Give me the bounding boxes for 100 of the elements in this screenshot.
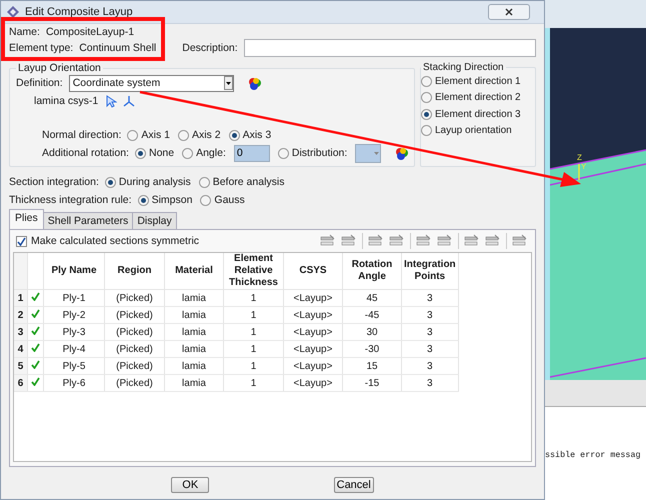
radio-label: Simpson <box>152 194 192 206</box>
radio-label: Element direction 3 <box>435 108 521 120</box>
table-cell: -15 <box>342 374 402 392</box>
column-header: Rotation Angle <box>342 253 402 290</box>
table-cell: Ply-1 <box>44 290 104 306</box>
tab[interactable]: Display <box>132 212 177 229</box>
radio-button[interactable] <box>278 148 289 158</box>
table-cell: (Picked) <box>104 324 164 340</box>
table-cell: 3 <box>402 340 458 358</box>
table-cell: <Layup> <box>284 290 342 306</box>
radio-label: Axis 2 <box>192 129 221 141</box>
app-icon <box>7 6 19 18</box>
table-cell: 3 <box>402 374 458 392</box>
row-number: 5 <box>14 358 28 374</box>
table-cell: 1 <box>224 374 284 392</box>
row-number: 3 <box>14 324 28 340</box>
row-number: 4 <box>14 340 28 358</box>
radio-label: Layup orientation <box>435 125 512 136</box>
table-tool-icon <box>368 234 384 248</box>
table-tool-icon <box>389 234 405 248</box>
table-cell: 3 <box>402 306 458 324</box>
radio-button[interactable] <box>104 176 116 188</box>
axis-triad-icon <box>123 95 136 107</box>
table-cell: 3 <box>402 324 458 340</box>
radio-label: During analysis <box>118 176 191 188</box>
color-code-icon <box>395 146 408 160</box>
radio-button[interactable] <box>134 148 146 158</box>
radio-button[interactable] <box>421 76 432 87</box>
table-tool-icon <box>416 234 432 248</box>
radio-label: Axis 1 <box>141 129 170 141</box>
table-tool-icon <box>464 234 480 248</box>
tab[interactable]: Plies <box>9 209 44 229</box>
close-button[interactable] <box>488 4 530 20</box>
radio-label: Axis 3 <box>242 129 272 141</box>
table-cell: (Picked) <box>104 374 164 392</box>
row-number: 6 <box>14 374 28 392</box>
radio-button[interactable] <box>228 130 240 140</box>
dialog-button[interactable]: Cancel <box>334 477 374 493</box>
field-label: Description: <box>182 42 238 54</box>
radio-label: Gauss <box>214 194 245 206</box>
radio-button[interactable] <box>178 130 189 140</box>
table-cell: <Layup> <box>284 374 342 392</box>
csys-name: lamina csys-1 <box>34 95 98 107</box>
radio-label: Angle: <box>196 147 226 159</box>
field-label: Element type: <box>9 42 74 54</box>
name-value: CompositeLayup-1 <box>46 26 134 38</box>
description-field[interactable] <box>244 39 536 57</box>
table-cell: lamia <box>164 340 224 358</box>
field-label: Name: <box>9 26 40 38</box>
checkbox[interactable] <box>16 236 27 246</box>
table-cell: Ply-3 <box>44 324 104 340</box>
table-cell: lamia <box>164 290 224 306</box>
table-cell: 3 <box>402 290 458 306</box>
radio-label: None <box>148 147 174 159</box>
field-label: Section integration: <box>9 176 99 188</box>
angle-field[interactable]: 0 <box>234 144 270 162</box>
radio-button[interactable] <box>200 194 212 206</box>
radio-label: Distribution: <box>292 147 348 159</box>
table-cell: lamia <box>164 324 224 340</box>
table-tool-icon <box>485 234 501 248</box>
radio-button[interactable] <box>421 92 432 104</box>
checkmark-icon <box>17 236 26 246</box>
table-cell: 1 <box>224 290 284 306</box>
radio-button[interactable] <box>198 176 210 188</box>
radio-button[interactable] <box>421 125 432 136</box>
tab[interactable]: Shell Parameters <box>42 212 134 229</box>
field-label: Thickness integration rule: <box>9 194 132 206</box>
radio-button[interactable] <box>127 130 138 140</box>
element-type-value: Continuum Shell <box>79 42 156 54</box>
table-cell: 3 <box>402 358 458 374</box>
definition-dropdown[interactable]: Coordinate system <box>68 74 234 92</box>
table-cell: Ply-6 <box>44 374 104 392</box>
table-cell: 1 <box>224 358 284 374</box>
distribution-dropdown[interactable] <box>355 144 381 162</box>
column-header: Ply Name <box>44 253 104 290</box>
dialog-button[interactable]: OK <box>171 477 210 493</box>
column-header: CSYS <box>284 253 342 290</box>
radio-button[interactable] <box>182 148 194 158</box>
group-title: Stacking Direction <box>422 62 505 73</box>
row-number: 1 <box>14 290 28 306</box>
table-cell: 1 <box>224 306 284 324</box>
table-cell: Ply-5 <box>44 358 104 374</box>
radio-button[interactable] <box>138 194 149 206</box>
axis-label: Z <box>577 154 582 162</box>
arrow-cursor-icon <box>106 94 118 108</box>
field-label: Definition: <box>16 77 63 89</box>
table-cell: lamia <box>164 374 224 392</box>
color-code-icon <box>248 76 261 90</box>
group-title: Layup Orientation <box>17 62 102 74</box>
table-cell: -30 <box>342 340 402 358</box>
column-header: Material <box>164 253 224 290</box>
radio-button[interactable] <box>421 108 432 120</box>
row-number: 2 <box>14 306 28 324</box>
table-cell: <Layup> <box>284 306 342 324</box>
table-cell: (Picked) <box>104 340 164 358</box>
column-header: Integration Points <box>402 253 458 290</box>
radio-label: Before analysis <box>212 176 284 188</box>
checkbox-label: Make calculated sections symmetric <box>31 235 200 247</box>
table-cell: 1 <box>224 324 284 340</box>
table-cell: (Picked) <box>104 306 164 324</box>
